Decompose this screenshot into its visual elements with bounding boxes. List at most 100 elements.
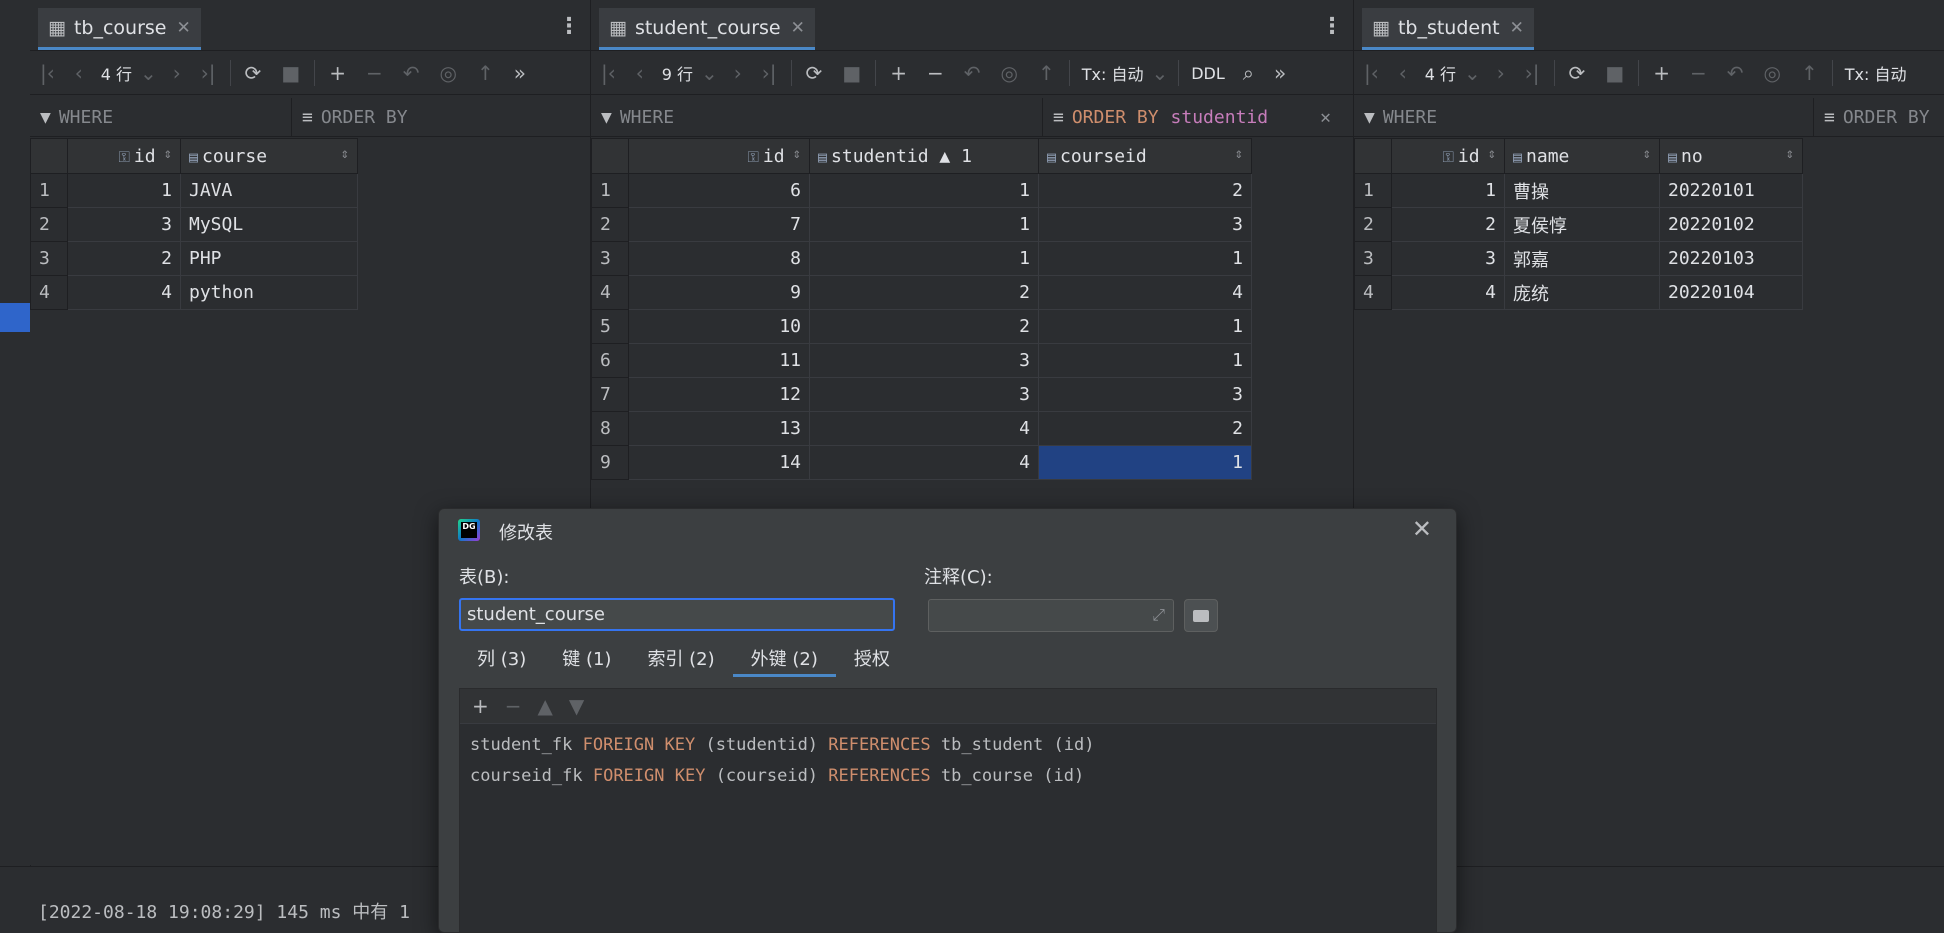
prev-page-icon[interactable]: ‹ — [636, 61, 644, 85]
cell[interactable]: 1 — [1391, 173, 1505, 208]
overflow-icon[interactable]: » — [1274, 61, 1286, 85]
move-up-icon[interactable]: ▲ — [538, 694, 553, 718]
cell[interactable]: 6 — [628, 173, 810, 208]
tab-foreign-keys[interactable]: 外键 (2) — [732, 645, 836, 677]
close-icon[interactable]: ✕ — [1412, 515, 1432, 543]
cell[interactable]: 4 — [1391, 275, 1505, 310]
prev-page-icon[interactable]: ‹ — [1399, 61, 1407, 85]
last-page-icon[interactable]: ›| — [1525, 61, 1540, 85]
cell[interactable]: 9 — [628, 275, 810, 310]
refresh-icon[interactable]: ⟳ — [806, 61, 823, 85]
cell[interactable]: 2 — [1038, 173, 1252, 208]
transaction-mode-dropdown[interactable]: Tx: 自动 — [1082, 61, 1144, 85]
table-row[interactable]: 3811 — [591, 241, 1252, 276]
tab-tb-course[interactable]: ▦ tb_course ✕ — [38, 8, 201, 50]
tab-keys[interactable]: 键 (1) — [544, 645, 629, 677]
tab-grants[interactable]: 授权 — [836, 645, 908, 677]
cell[interactable]: 10 — [628, 309, 810, 344]
table-row[interactable]: 8 13 4 2 — [591, 411, 1252, 446]
where-filter[interactable]: ▼ WHERE — [591, 98, 1043, 136]
cell[interactable]: 2 — [1391, 207, 1505, 242]
column-header-id[interactable]: ⚿ id ⇕ — [1391, 138, 1505, 174]
overflow-icon[interactable]: » — [514, 61, 526, 85]
cell[interactable]: 1 — [809, 173, 1039, 208]
cell[interactable]: 20220102 — [1659, 207, 1803, 242]
cell[interactable]: 4 — [1038, 275, 1252, 310]
column-header-studentid[interactable]: ▤ studentid ▲ 1 — [809, 138, 1039, 174]
add-row-icon[interactable]: + — [890, 61, 907, 85]
cell[interactable]: 3 — [809, 343, 1039, 378]
table-row[interactable]: 2 2 夏侯惇 20220102 — [1354, 207, 1803, 242]
preview-icon[interactable]: ◎ — [440, 61, 457, 85]
cell[interactable]: 12 — [628, 377, 810, 412]
first-page-icon[interactable]: |‹ — [1364, 61, 1379, 85]
table-row[interactable]: 1 1 JAVA — [30, 173, 358, 208]
stop-icon[interactable]: ■ — [842, 61, 861, 85]
add-row-icon[interactable]: + — [1653, 61, 1670, 85]
cell[interactable]: 20220101 — [1659, 173, 1803, 208]
cell[interactable]: 4 — [809, 445, 1039, 480]
cell[interactable]: 20220104 — [1659, 275, 1803, 310]
order-by-filter[interactable]: ≡ ORDER BY — [1814, 98, 1930, 136]
preview-icon[interactable]: ◎ — [1764, 61, 1781, 85]
tab-tb-student[interactable]: ▦ tb_student ✕ — [1362, 8, 1534, 50]
column-header-no[interactable]: ▤ no ⇕ — [1659, 138, 1803, 174]
cell[interactable]: JAVA — [180, 173, 358, 208]
tab-indexes[interactable]: 索引 (2) — [629, 645, 732, 677]
cell[interactable]: PHP — [180, 241, 358, 276]
cell[interactable]: 庞统 — [1504, 275, 1660, 310]
row-count-dropdown[interactable]: 9 行 — [662, 61, 693, 85]
next-page-icon[interactable]: › — [1497, 61, 1505, 85]
transaction-mode-dropdown[interactable]: Tx: 自动 — [1845, 61, 1907, 85]
add-row-icon[interactable]: + — [329, 61, 346, 85]
cell[interactable]: 1 — [1038, 241, 1252, 276]
submit-icon[interactable]: ↑ — [1801, 61, 1818, 85]
remove-icon[interactable]: − — [505, 694, 522, 718]
table-row[interactable]: 4 4 庞统 20220104 — [1354, 275, 1803, 310]
stop-icon[interactable]: ■ — [1605, 61, 1624, 85]
close-icon[interactable]: ✕ — [791, 18, 805, 38]
sort-icon[interactable]: ⇕ — [1786, 146, 1794, 162]
table-row[interactable]: 9 14 4 1 — [591, 445, 1252, 480]
order-by-filter[interactable]: ≡ ORDER BY — [292, 98, 408, 136]
cell[interactable]: 3 — [67, 207, 181, 242]
first-page-icon[interactable]: |‹ — [601, 61, 616, 85]
cell[interactable]: 4 — [809, 411, 1039, 446]
tab-columns[interactable]: 列 (3) — [459, 645, 544, 677]
where-filter[interactable]: ▼ WHERE — [1354, 98, 1814, 136]
cell[interactable]: 2 — [809, 275, 1039, 310]
cell[interactable]: 14 — [628, 445, 810, 480]
submit-icon[interactable]: ↑ — [477, 61, 494, 85]
table-row[interactable]: 1 1 曹操 20220101 — [1354, 173, 1803, 208]
sort-icon[interactable]: ⇕ — [793, 146, 801, 162]
cell[interactable]: 2 — [809, 309, 1039, 344]
preview-icon[interactable]: ◎ — [1001, 61, 1018, 85]
revert-icon[interactable]: ↶ — [964, 61, 981, 85]
sort-icon[interactable]: ⇕ — [1488, 146, 1496, 162]
column-header-name[interactable]: ▤ name ⇕ — [1504, 138, 1660, 174]
cell[interactable]: 1 — [67, 173, 181, 208]
cell[interactable]: 11 — [628, 343, 810, 378]
sort-icon[interactable]: ⇕ — [1643, 146, 1651, 162]
stop-icon[interactable]: ■ — [281, 61, 300, 85]
column-header-id[interactable]: ⚿ id ⇕ — [67, 138, 181, 174]
cell[interactable]: 8 — [628, 241, 810, 276]
table-row[interactable]: 3 3 郭嘉 20220103 — [1354, 241, 1803, 276]
cell[interactable]: MySQL — [180, 207, 358, 242]
refresh-icon[interactable]: ⟳ — [1569, 61, 1586, 85]
table-name-input[interactable]: student_course — [459, 598, 895, 631]
cell[interactable]: python — [180, 275, 358, 310]
cell[interactable]: 2 — [1038, 411, 1252, 446]
revert-icon[interactable]: ↶ — [403, 61, 420, 85]
selected-cell[interactable]: 1 — [1038, 445, 1252, 480]
sort-icon[interactable]: ⇕ — [164, 146, 172, 162]
more-options-icon[interactable]: ⋮ — [558, 14, 580, 39]
column-header-id[interactable]: ⚿ id ⇕ — [628, 138, 810, 174]
next-page-icon[interactable]: › — [173, 61, 181, 85]
table-row[interactable]: 1612 — [591, 173, 1252, 208]
table-row[interactable]: 4 4 python — [30, 275, 358, 310]
row-count-dropdown[interactable]: 4 行 — [101, 61, 132, 85]
list-item[interactable]: student_fk FOREIGN KEY (studentid) REFER… — [460, 730, 1436, 761]
where-filter[interactable]: ▼ WHERE — [30, 98, 292, 136]
remove-row-icon[interactable]: − — [927, 61, 944, 85]
